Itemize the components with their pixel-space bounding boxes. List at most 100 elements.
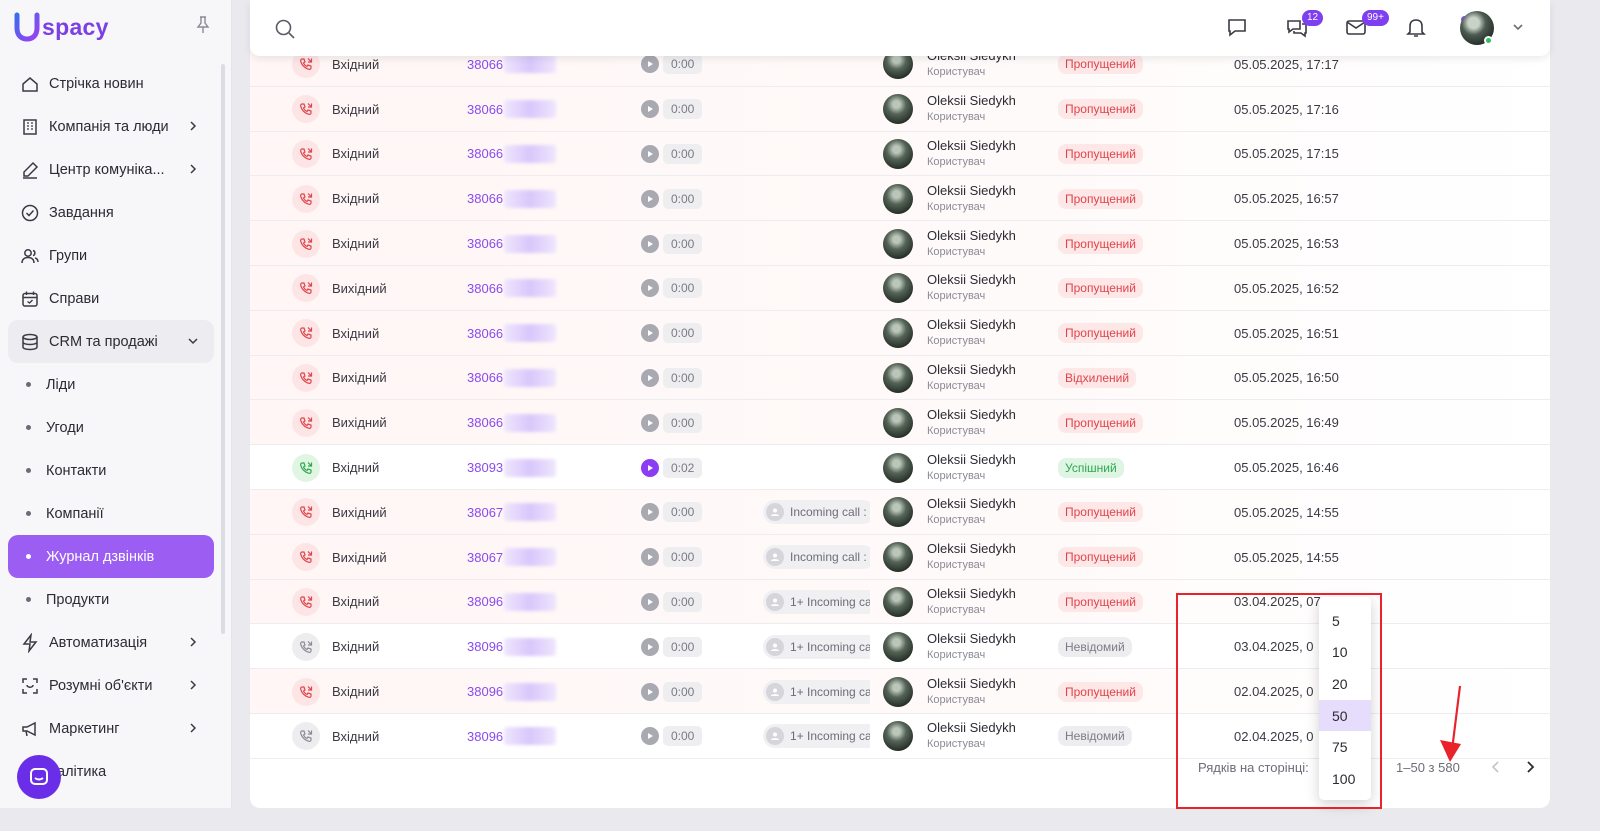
play-button[interactable] <box>641 324 659 343</box>
phone-number[interactable]: 38096 <box>467 594 503 609</box>
user-cell[interactable]: Oleksii Siedykh Користувач <box>883 490 1016 535</box>
play-button[interactable] <box>641 727 659 746</box>
table-row[interactable]: Вихідний 38066 0:00 Oleksii Siedykh Користув… <box>250 265 1550 311</box>
next-page-icon[interactable] <box>1524 759 1536 775</box>
sidebar-item-0[interactable]: Стрічка новин <box>8 62 214 105</box>
sidebar-subitem-3[interactable]: Компанії <box>8 492 214 535</box>
sidebar-subitem-1[interactable]: Угоди <box>8 406 214 449</box>
user-cell[interactable]: Oleksii Siedykh Користувач <box>883 221 1016 266</box>
user-cell[interactable]: Oleksii Siedykh Користувач <box>883 580 1016 625</box>
table-row[interactable]: Вхідний 38066 0:00 Oleksii Siedykh Користува… <box>250 221 1550 266</box>
phone-number[interactable]: 38096 <box>467 684 503 699</box>
phone-number-cell[interactable]: 38066 <box>467 266 557 311</box>
user-cell[interactable]: Oleksii Siedykh Користувач <box>883 266 1016 311</box>
phone-number[interactable]: 38066 <box>467 370 503 385</box>
phone-number[interactable]: 38066 <box>467 415 503 430</box>
play-button[interactable] <box>641 413 659 432</box>
phone-number-cell[interactable]: 38066 <box>467 400 557 445</box>
phone-number-cell[interactable]: 38066 <box>467 356 557 401</box>
prev-page-icon[interactable] <box>1490 759 1502 775</box>
phone-number-cell[interactable]: 38066 <box>467 221 557 266</box>
phone-number-cell[interactable]: 38066 <box>467 87 557 132</box>
user-cell[interactable]: Oleksii Siedykh Користувач <box>883 714 1016 759</box>
phone-number-cell[interactable]: 38066 <box>467 132 557 177</box>
user-cell[interactable]: Oleksii Siedykh Користувач <box>883 624 1016 669</box>
sidebar-bottom-item-0[interactable]: Автоматизація <box>8 621 214 664</box>
play-button[interactable] <box>641 368 659 387</box>
user-cell[interactable]: Oleksii Siedykh Користувач <box>883 87 1016 132</box>
search-icon[interactable] <box>274 18 296 40</box>
table-row[interactable]: Вихідний 38067 0:00 Incoming call : Oleksii … <box>250 534 1550 580</box>
play-button[interactable] <box>641 637 659 656</box>
call-note-cell[interactable]: Incoming call : <box>763 490 870 535</box>
sidebar-item-2[interactable]: Центр комуніка... <box>8 148 214 191</box>
play-button[interactable] <box>641 548 659 567</box>
table-row[interactable]: Вхідний 38066 0:00 Oleksii Siedykh Користува… <box>250 176 1550 222</box>
phone-number-cell[interactable]: 38096 <box>467 580 557 625</box>
user-cell[interactable]: Oleksii Siedykh Користувач <box>883 132 1016 177</box>
logo[interactable]: spacy <box>14 12 109 42</box>
sidebar-subitem-0[interactable]: Ліди <box>8 363 214 406</box>
pin-icon[interactable] <box>196 16 210 34</box>
phone-number[interactable]: 38067 <box>467 505 503 520</box>
call-note-cell[interactable]: 1+ Incoming ca <box>763 580 870 625</box>
user-cell[interactable]: Oleksii Siedykh Користувач <box>883 445 1016 490</box>
play-button[interactable] <box>641 189 659 208</box>
phone-number-cell[interactable]: 38096 <box>467 714 557 759</box>
message-icon[interactable] <box>1225 15 1249 39</box>
phone-number[interactable]: 38093 <box>467 460 503 475</box>
phone-number[interactable]: 38066 <box>467 236 503 251</box>
phone-number-cell[interactable]: 38066 <box>467 311 557 356</box>
sidebar-subitem-2[interactable]: Контакти <box>8 449 214 492</box>
play-button[interactable] <box>641 144 659 163</box>
call-note-cell[interactable]: 1+ Incoming ca <box>763 714 870 759</box>
call-note-cell[interactable]: 1+ Incoming ca <box>763 669 870 714</box>
play-button[interactable] <box>641 503 659 522</box>
table-row[interactable]: Вхідний 38093 0:02 Oleksii Siedykh Користува… <box>250 445 1550 490</box>
phone-number-cell[interactable]: 38066 <box>467 176 557 221</box>
phone-number[interactable]: 38066 <box>467 102 503 117</box>
play-button[interactable] <box>641 458 659 477</box>
user-cell[interactable]: Oleksii Siedykh Користувач <box>883 311 1016 356</box>
phone-number-cell[interactable]: 38067 <box>467 535 557 580</box>
play-button[interactable] <box>641 592 659 611</box>
play-button[interactable] <box>641 279 659 298</box>
play-button[interactable] <box>641 234 659 253</box>
sidebar-bottom-item-2[interactable]: Маркетинг <box>8 707 214 750</box>
sidebar-item-5[interactable]: Справи <box>8 277 214 320</box>
call-note-cell[interactable]: Incoming call : <box>763 535 870 580</box>
user-cell[interactable]: Oleksii Siedykh Користувач <box>883 400 1016 445</box>
phone-number[interactable]: 38066 <box>467 146 503 161</box>
user-cell[interactable]: Oleksii Siedykh Користувач <box>883 176 1016 221</box>
table-row[interactable]: Вхідний 38066 0:00 Oleksii Siedykh Користува… <box>250 86 1550 132</box>
sidebar-item-6[interactable]: CRM та продажі <box>8 320 214 363</box>
play-button[interactable] <box>641 100 659 119</box>
sidebar-subitem-5[interactable]: Продукти <box>8 578 214 621</box>
user-cell[interactable]: Oleksii Siedykh Користувач <box>883 535 1016 580</box>
table-row[interactable]: Вихідний 38066 0:00 Oleksii Siedykh Користув… <box>250 400 1550 446</box>
play-button[interactable] <box>641 682 659 701</box>
sidebar-item-1[interactable]: Компанія та люди <box>8 105 214 148</box>
sidebar-subitem-4[interactable]: Журнал дзвінків <box>8 535 214 578</box>
support-chat-button[interactable] <box>17 755 61 799</box>
phone-number-cell[interactable]: 38067 <box>467 490 557 535</box>
phone-number-cell[interactable]: 38096 <box>467 624 557 669</box>
phone-number[interactable]: 38096 <box>467 729 503 744</box>
chevron-down-icon[interactable] <box>1512 22 1524 32</box>
table-row[interactable]: Вихідний 38067 0:00 Incoming call : Oleksii … <box>250 489 1550 535</box>
phone-number[interactable]: 38066 <box>467 281 503 296</box>
bell-icon[interactable] <box>1404 15 1428 39</box>
phone-number[interactable]: 38066 <box>467 57 503 72</box>
phone-number[interactable]: 38066 <box>467 191 503 206</box>
phone-number-cell[interactable]: 38096 <box>467 669 557 714</box>
sidebar-item-3[interactable]: Завдання <box>8 191 214 234</box>
phone-number[interactable]: 38067 <box>467 550 503 565</box>
user-cell[interactable]: Oleksii Siedykh Користувач <box>883 669 1016 714</box>
phone-number-cell[interactable]: 38093 <box>467 445 557 490</box>
sidebar-scrollbar[interactable] <box>221 64 225 634</box>
sidebar-bottom-item-1[interactable]: Розумні об'єкти <box>8 664 214 707</box>
table-row[interactable]: Вхідний 38066 0:00 Oleksii Siedykh Користува… <box>250 310 1550 356</box>
sidebar-item-4[interactable]: Групи <box>8 234 214 277</box>
table-row[interactable]: Вхідний 38066 0:00 Oleksii Siedykh Користува… <box>250 131 1550 177</box>
call-note-cell[interactable]: 1+ Incoming ca <box>763 624 870 669</box>
